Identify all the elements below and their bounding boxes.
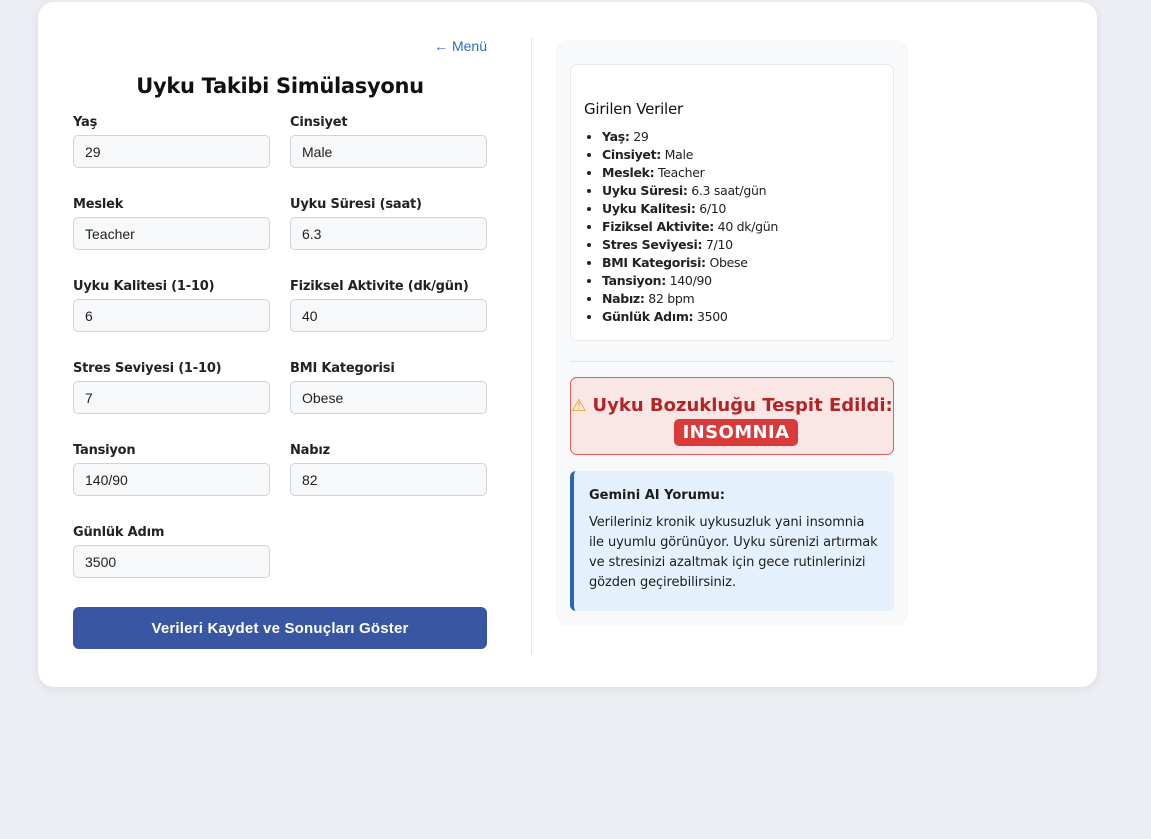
warning-icon: ⚠	[571, 396, 587, 416]
menu-link[interactable]: ← Menü	[434, 38, 487, 54]
entry-key: Cinsiyet:	[602, 147, 661, 162]
save-and-show-results-button[interactable]: Verileri Kaydet ve Sonuçları Göster	[73, 607, 487, 649]
entry-key: Stres Seviyesi:	[602, 237, 703, 252]
entry-value: 6.3 saat/gün	[691, 183, 767, 198]
sleep-duration-input[interactable]	[290, 217, 487, 250]
entry-value: 29	[633, 129, 649, 144]
entry-key: BMI Kategorisi:	[602, 255, 706, 270]
daily-steps-input[interactable]	[73, 545, 270, 578]
entry-value: 140/90	[669, 273, 712, 288]
pulse-field: Nabız	[290, 443, 487, 496]
list-item: Nabız: 82 bpm	[602, 290, 778, 308]
sleep-duration-label: Uyku Süresi (saat)	[290, 197, 422, 212]
entry-value: Male	[664, 147, 694, 162]
stress-level-input[interactable]	[73, 381, 270, 414]
physical-activity-label: Fiziksel Aktivite (dk/gün)	[290, 279, 469, 294]
entered-data-list: Yaş: 29 Cinsiyet: Male Meslek: Teacher U…	[602, 128, 778, 326]
entered-data-title: Girilen Veriler	[584, 100, 684, 118]
sleep-quality-field: Uyku Kalitesi (1-10)	[73, 279, 270, 332]
stress-level-field: Stres Seviyesi (1-10)	[73, 361, 270, 414]
entry-key: Nabız:	[602, 291, 645, 306]
age-label: Yaş	[73, 115, 98, 130]
entry-value: 6/10	[699, 201, 727, 216]
bmi-category-label: BMI Kategorisi	[290, 361, 395, 376]
list-item: Günlük Adım: 3500	[602, 308, 778, 326]
age-field: Yaş	[73, 115, 270, 168]
panel-divider	[531, 38, 532, 654]
sleep-duration-field: Uyku Süresi (saat)	[290, 197, 487, 250]
entry-value: 3500	[696, 309, 728, 324]
entry-value: 82 bpm	[648, 291, 695, 306]
blood-pressure-field: Tansiyon	[73, 443, 270, 496]
ai-comment-box: Gemini AI Yorumu: Verileriniz kronik uyk…	[570, 471, 894, 611]
list-item: Stres Seviyesi: 7/10	[602, 236, 778, 254]
pulse-input[interactable]	[290, 463, 487, 496]
ai-comment-text: Verileriniz kronik uykusuzluk yani insom…	[589, 515, 878, 590]
bmi-category-field: BMI Kategorisi	[290, 361, 487, 414]
pulse-label: Nabız	[290, 443, 330, 458]
entry-value: Obese	[709, 255, 748, 270]
list-item: BMI Kategorisi: Obese	[602, 254, 778, 272]
job-input[interactable]	[73, 217, 270, 250]
entry-value: Teacher	[658, 165, 705, 180]
entry-key: Uyku Kalitesi:	[602, 201, 696, 216]
list-item: Uyku Süresi: 6.3 saat/gün	[602, 182, 778, 200]
entry-key: Yaş:	[602, 129, 630, 144]
results-panel: Girilen Veriler Yaş: 29 Cinsiyet: Male M…	[556, 40, 908, 626]
daily-steps-label: Günlük Adım	[73, 525, 165, 540]
page-title: Uyku Takibi Simülasyonu	[136, 74, 424, 98]
entry-key: Fiziksel Aktivite:	[602, 219, 714, 234]
list-item: Yaş: 29	[602, 128, 778, 146]
entered-data-card: Girilen Veriler Yaş: 29 Cinsiyet: Male M…	[570, 64, 894, 341]
alert-text: Uyku Bozukluğu Tespit Edildi:	[592, 395, 893, 416]
diagnosis-badge: INSOMNIA	[673, 419, 799, 446]
list-item: Meslek: Teacher	[602, 164, 778, 182]
entry-key: Meslek:	[602, 165, 655, 180]
physical-activity-input[interactable]	[290, 299, 487, 332]
disorder-alert: ⚠ Uyku Bozukluğu Tespit Edildi: INSOMNIA	[570, 377, 894, 455]
entry-key: Uyku Süresi:	[602, 183, 688, 198]
bmi-category-input[interactable]	[290, 381, 487, 414]
ai-comment-title: Gemini AI Yorumu:	[589, 488, 725, 503]
blood-pressure-label: Tansiyon	[73, 443, 136, 458]
job-label: Meslek	[73, 197, 124, 212]
entry-key: Günlük Adım:	[602, 309, 694, 324]
gender-field: Cinsiyet	[290, 115, 487, 168]
list-item: Tansiyon: 140/90	[602, 272, 778, 290]
main-card: ← Menü Uyku Takibi Simülasyonu Yaş Cinsi…	[38, 2, 1097, 687]
sleep-quality-input[interactable]	[73, 299, 270, 332]
stress-level-label: Stres Seviyesi (1-10)	[73, 361, 222, 376]
entry-key: Tansiyon:	[602, 273, 666, 288]
list-item: Cinsiyet: Male	[602, 146, 778, 164]
age-input[interactable]	[73, 135, 270, 168]
blood-pressure-input[interactable]	[73, 463, 270, 496]
entry-value: 40 dk/gün	[717, 219, 779, 234]
entry-value: 7/10	[705, 237, 733, 252]
list-item: Fiziksel Aktivite: 40 dk/gün	[602, 218, 778, 236]
job-field: Meslek	[73, 197, 270, 250]
gender-label: Cinsiyet	[290, 115, 348, 130]
gender-input[interactable]	[290, 135, 487, 168]
daily-steps-field: Günlük Adım	[73, 525, 270, 578]
sleep-quality-label: Uyku Kalitesi (1-10)	[73, 279, 215, 294]
list-item: Uyku Kalitesi: 6/10	[602, 200, 778, 218]
physical-activity-field: Fiziksel Aktivite (dk/gün)	[290, 279, 487, 332]
results-divider	[570, 361, 894, 362]
